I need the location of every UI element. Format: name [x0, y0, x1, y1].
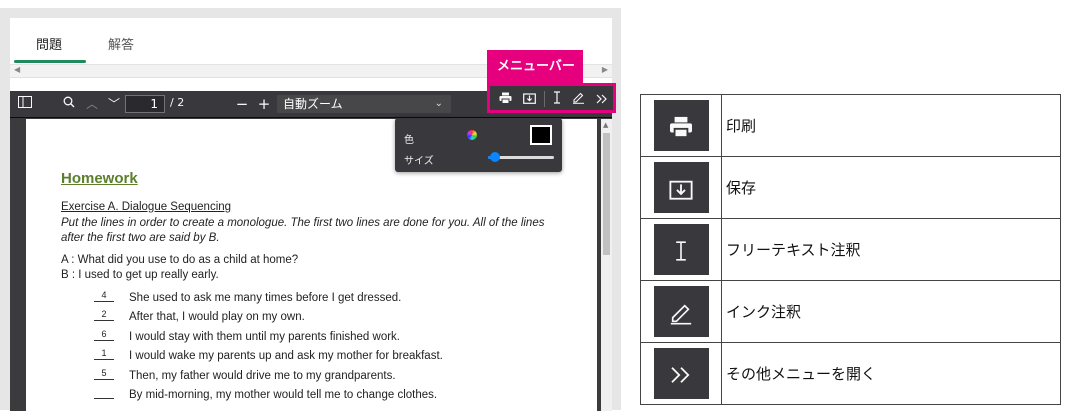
double-chevron-icon	[653, 348, 709, 399]
zoom-in-button[interactable]: +	[255, 95, 273, 113]
save-icon	[653, 162, 709, 213]
tab-answer[interactable]: 解答	[108, 34, 134, 53]
legend-icon-cell	[640, 94, 722, 157]
text-cursor-icon[interactable]	[548, 91, 566, 109]
page-number-input[interactable]: 1	[125, 95, 165, 113]
page-total: / 2	[170, 96, 185, 109]
search-icon[interactable]	[60, 95, 78, 113]
legend-icon-cell	[640, 342, 722, 405]
pen-icon[interactable]	[569, 91, 587, 109]
dialogue-line: A : What did you use to do as a child at…	[61, 254, 299, 266]
item-text: She used to ask me many times before I g…	[129, 292, 402, 304]
zoom-select[interactable]: 自動ズーム ⌄	[277, 95, 451, 113]
next-page-icon[interactable]: ﹀	[105, 95, 123, 113]
exercise-heading: Exercise A. Dialogue Sequencing	[61, 201, 232, 213]
print-icon	[653, 100, 709, 151]
size-slider-handle[interactable]	[489, 152, 500, 162]
item-text: After that, I would play on my own.	[129, 311, 305, 323]
table-row: フリーテキスト注釈	[640, 218, 1061, 281]
pen-icon	[653, 286, 709, 337]
double-chevron-icon[interactable]	[593, 91, 611, 109]
scrollbar-thumb[interactable]	[603, 133, 610, 255]
answer-blank[interactable]	[94, 386, 114, 399]
menu-separator	[544, 91, 545, 107]
legend-label: インク注釈	[721, 280, 1061, 343]
document-title: Homework	[61, 170, 138, 187]
table-row: 印刷	[640, 94, 1061, 157]
dialogue-line: B : I used to get up really early.	[61, 269, 219, 281]
legend-icon-cell	[640, 218, 722, 281]
answer-blank[interactable]: 5	[94, 367, 114, 380]
color-swatch[interactable]	[530, 125, 552, 145]
save-icon[interactable]	[520, 91, 538, 109]
table-row: 保存	[640, 156, 1061, 219]
color-picker-icon[interactable]	[467, 130, 477, 140]
text-cursor-icon	[653, 224, 709, 275]
answer-blank[interactable]: 4	[94, 289, 114, 302]
legend-icon-cell	[640, 280, 722, 343]
ink-settings-popup: 色 サイズ	[395, 118, 562, 172]
previous-page-icon[interactable]: ︿	[83, 95, 101, 113]
legend-label: その他メニューを開く	[721, 342, 1061, 405]
icon-legend-table: 印刷 保存 フリーテキスト注釈 インク注釈 その他メニューを開く	[640, 94, 1061, 405]
chevron-down-icon: ⌄	[434, 98, 443, 109]
item-text: I would stay with them until my parents …	[129, 331, 401, 343]
color-label: 色	[404, 135, 414, 146]
exercise-instructions: Put the lines in order to create a monol…	[61, 217, 545, 244]
legend-label: 保存	[721, 156, 1061, 219]
item-text: Then, my father would drive me to my gra…	[129, 370, 396, 382]
legend-label: 印刷	[721, 94, 1061, 157]
size-label: サイズ	[404, 156, 434, 167]
sidebar-toggle-icon[interactable]	[16, 95, 34, 113]
answer-blank[interactable]: 1	[94, 347, 114, 360]
legend-label: フリーテキスト注釈	[721, 218, 1061, 281]
zoom-select-label: 自動ズーム	[283, 97, 343, 111]
size-slider[interactable]	[488, 152, 554, 162]
table-row: インク注釈	[640, 280, 1061, 343]
menu-bar-callout-label: メニューバー	[487, 50, 583, 83]
pdf-viewer: ︿ ﹀ 1 / 2 − + 自動ズーム ⌄ Homework Exercise …	[10, 91, 612, 411]
print-icon[interactable]	[496, 91, 514, 109]
table-row: その他メニューを開く	[640, 342, 1061, 405]
scroll-left-icon[interactable]: ◀	[14, 65, 20, 74]
item-text: By mid-morning, my mother would tell me …	[129, 389, 438, 401]
menu-bar-callout: メニューバー	[487, 50, 616, 113]
active-tab-indicator	[14, 60, 86, 63]
zoom-out-button[interactable]: −	[233, 95, 251, 113]
menu-bar	[487, 83, 616, 113]
scroll-up-icon[interactable]: ▲	[603, 121, 608, 129]
vertical-scrollbar[interactable]: ▲	[601, 119, 612, 411]
item-text: I would wake my parents up and ask my mo…	[129, 350, 443, 362]
tab-question[interactable]: 問題	[36, 34, 62, 53]
answer-blank[interactable]: 2	[94, 308, 114, 321]
answer-blank[interactable]: 6	[94, 328, 114, 341]
legend-icon-cell	[640, 156, 722, 219]
